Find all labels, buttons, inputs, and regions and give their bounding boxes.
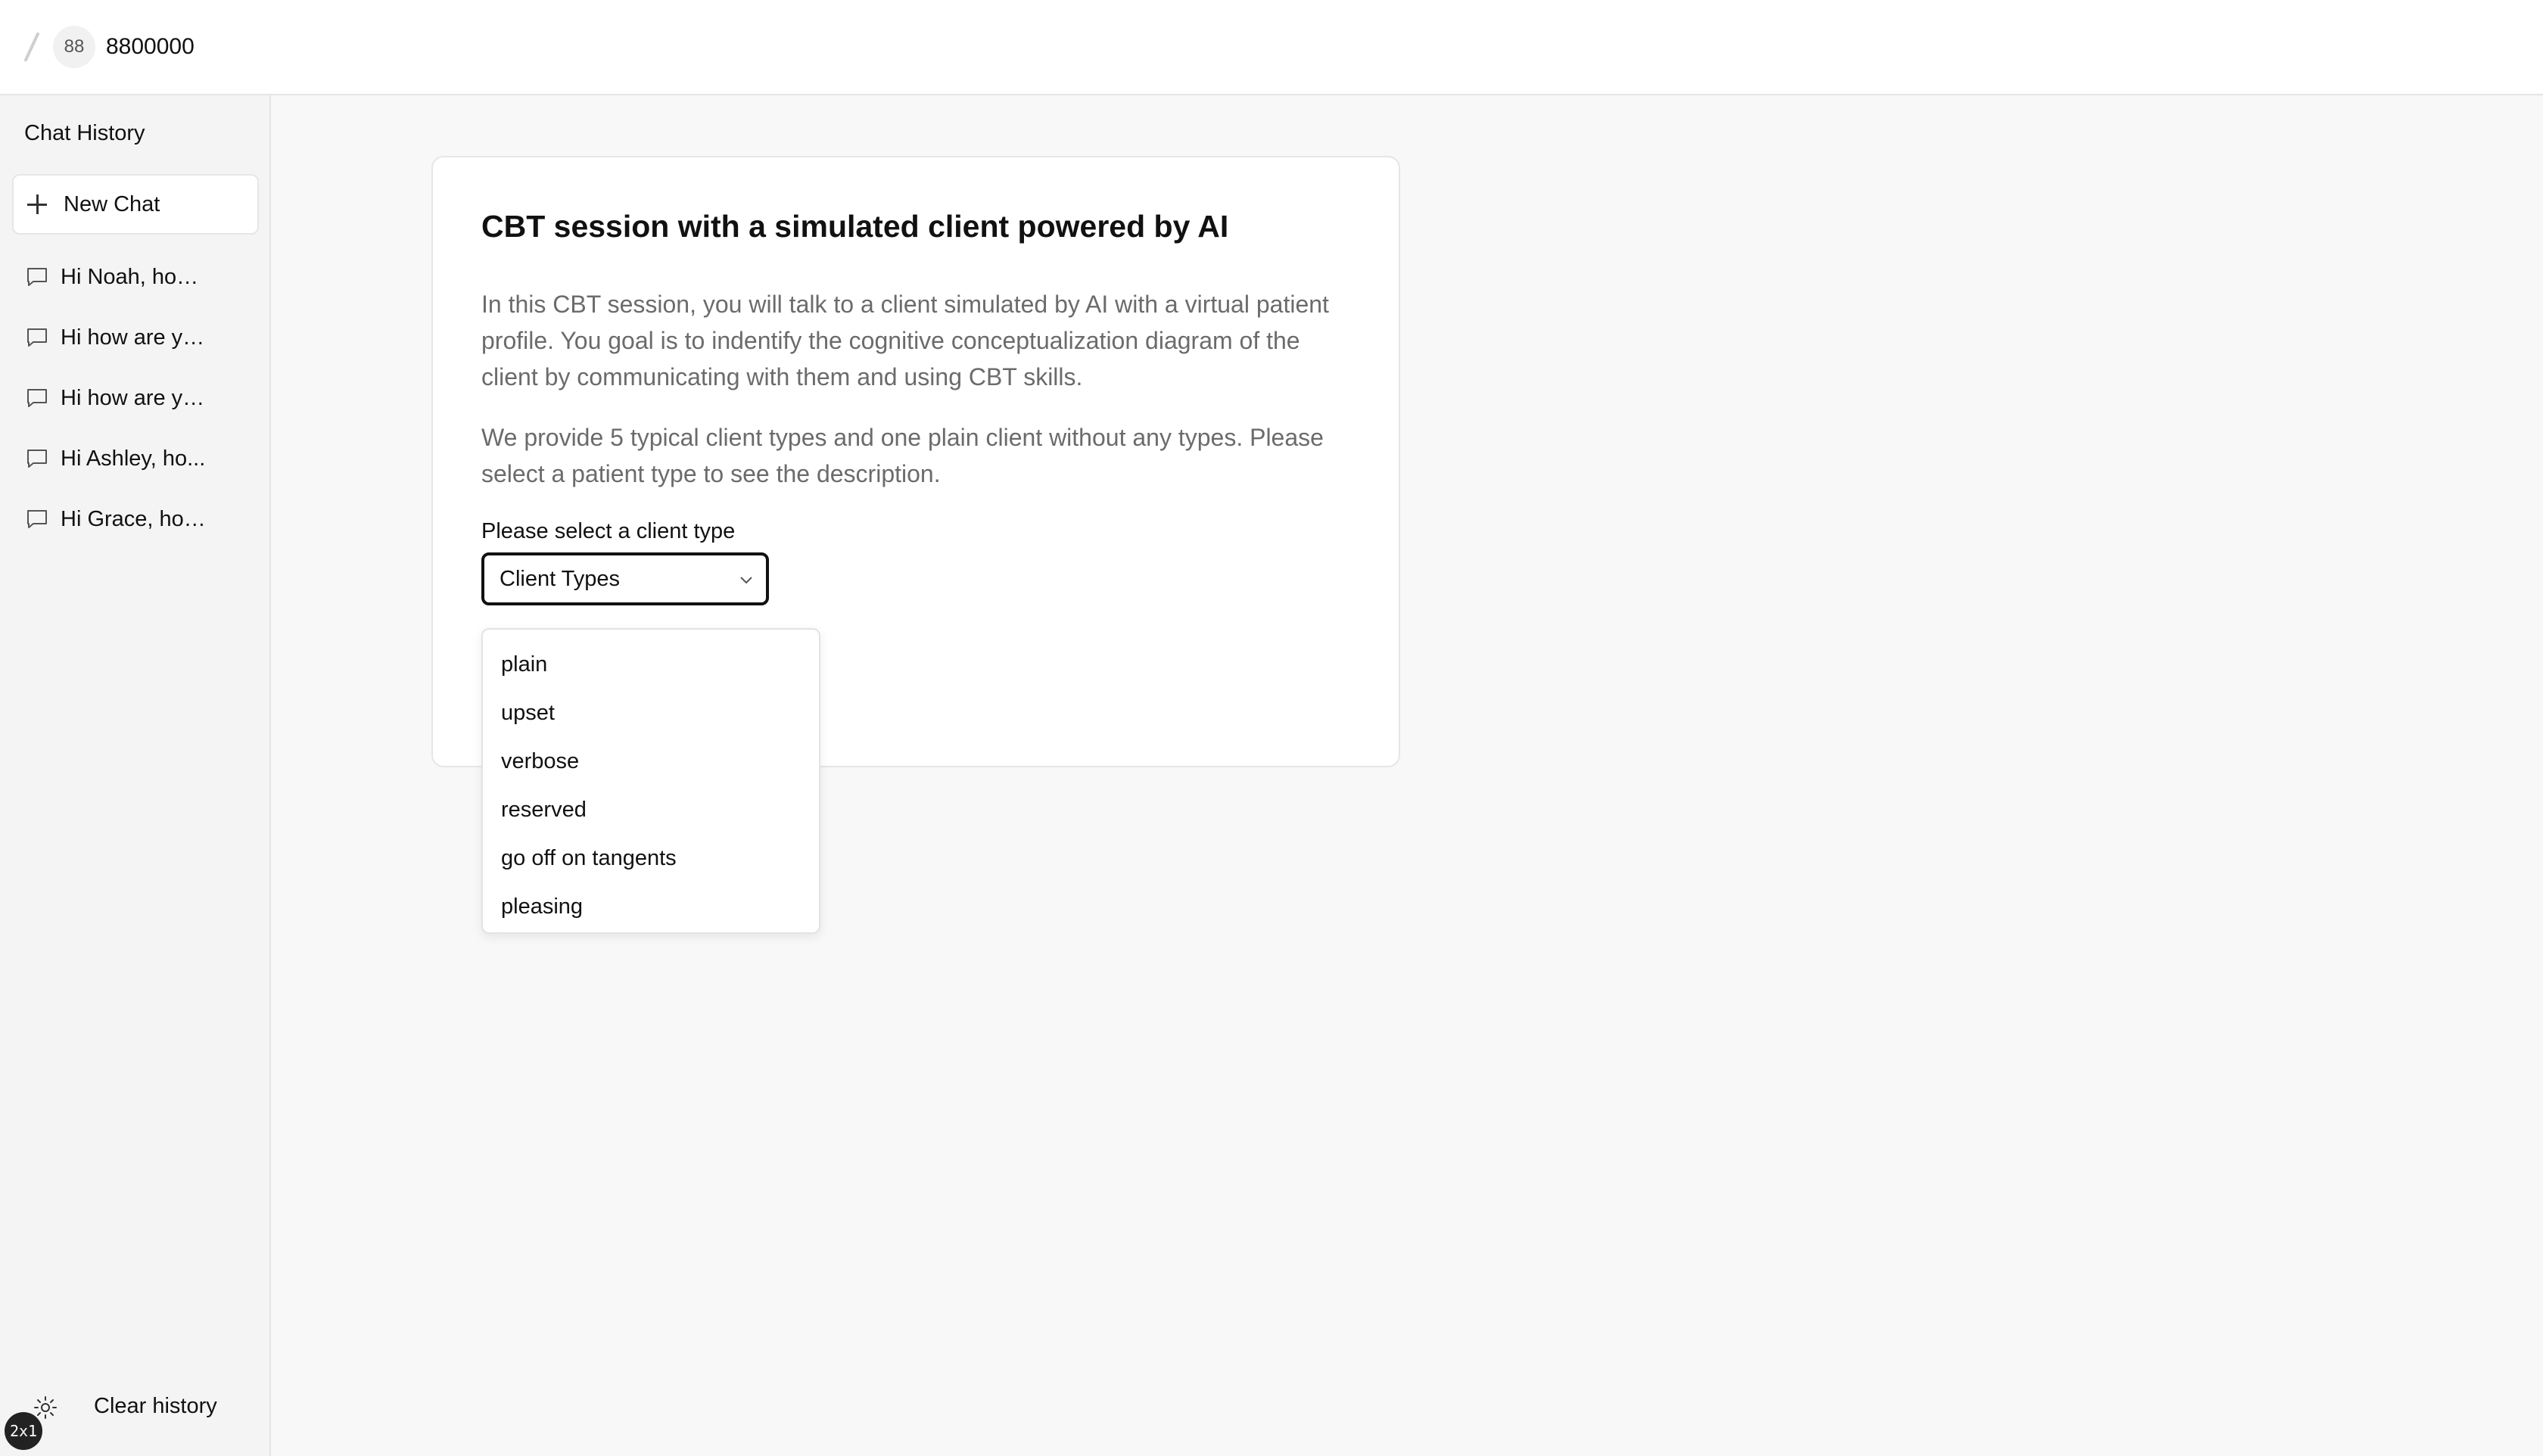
chat-history-item[interactable]: Hi how are yo...: [0, 368, 271, 428]
chat-history-item[interactable]: Hi how are yo...: [0, 307, 271, 368]
client-type-select-value: Client Types: [500, 566, 621, 591]
message-icon: [27, 510, 47, 528]
chat-history-label: Hi Ashley, ho...: [61, 446, 206, 471]
page-title: CBT session with a simulated client powe…: [481, 209, 1229, 244]
sidebar-title: Chat History: [24, 121, 145, 145]
option-go-off-on-tangents[interactable]: go off on tangents: [483, 834, 819, 882]
client-type-dropdown: plain upset verbose reserved go off on t…: [481, 628, 820, 934]
message-icon: [27, 268, 47, 286]
chat-history-label: Hi how are yo...: [61, 325, 212, 350]
new-chat-button[interactable]: New Chat: [12, 174, 259, 235]
option-verbose[interactable]: verbose: [483, 737, 819, 786]
intro-paragraph: In this CBT session, you will talk to a …: [481, 291, 1329, 390]
clear-history-button[interactable]: Clear history: [94, 1394, 217, 1419]
option-plain[interactable]: plain: [483, 640, 819, 689]
option-reserved[interactable]: reserved: [483, 786, 819, 834]
chat-history-item[interactable]: Hi Noah, how ...: [0, 247, 271, 307]
chat-history-label: Hi Grace, how...: [61, 506, 212, 531]
chat-history-item[interactable]: Hi Ashley, ho...: [0, 428, 271, 489]
sun-icon[interactable]: [33, 1395, 58, 1420]
breadcrumb-separator: [23, 32, 40, 62]
plus-icon: [27, 194, 47, 214]
client-type-label: Please select a client type: [481, 519, 736, 543]
new-chat-label: New Chat: [64, 191, 160, 216]
chevron-down-icon: [740, 577, 752, 584]
avatar[interactable]: 88: [53, 26, 95, 68]
message-icon: [27, 450, 47, 468]
message-icon: [27, 389, 47, 407]
instructions-paragraph: We provide 5 typical client types and on…: [481, 424, 1324, 487]
option-pleasing[interactable]: pleasing: [483, 882, 819, 931]
top-bar: 88 8800000: [0, 0, 2543, 95]
message-icon: [27, 328, 47, 347]
user-id-label: 8800000: [106, 34, 195, 59]
client-type-select[interactable]: Client Types: [481, 552, 769, 605]
chat-history-label: Hi Noah, how ...: [61, 264, 212, 289]
option-upset[interactable]: upset: [483, 689, 819, 737]
sidebar: Chat History New Chat Hi Noah, how ... H…: [0, 95, 271, 1456]
chat-history-label: Hi how are yo...: [61, 385, 212, 410]
zoom-badge: 2x1: [5, 1412, 42, 1450]
chat-history-list: Hi Noah, how ... Hi how are yo... Hi how…: [0, 247, 271, 549]
chat-history-item[interactable]: Hi Grace, how...: [0, 489, 271, 549]
